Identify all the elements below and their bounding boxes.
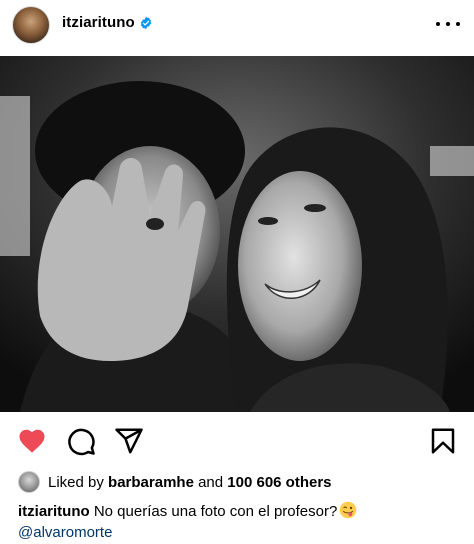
post-actions [0, 418, 474, 462]
username[interactable]: itziarituno [62, 14, 135, 31]
photo-image [0, 56, 474, 412]
paper-plane-icon[interactable] [114, 426, 144, 456]
profile-avatar[interactable] [12, 6, 50, 44]
bookmark-icon[interactable] [428, 426, 458, 456]
heart-filled-icon[interactable] [17, 426, 47, 456]
likes-summary: Liked by barbaramhe and 100 606 others [18, 469, 332, 495]
liker-avatar[interactable] [18, 471, 40, 493]
post-photo[interactable] [0, 56, 474, 412]
verified-badge-icon [140, 16, 151, 29]
username-container: itziarituno [62, 14, 153, 31]
caption-text: No querías una foto con el profesor? [93, 503, 338, 520]
post-header: itziarituno [0, 0, 474, 56]
more-dot [446, 22, 450, 26]
more-options-button[interactable] [436, 14, 460, 34]
likes-count[interactable]: 100 606 others [227, 474, 331, 491]
post-caption: itziarituno No querías una foto con el p… [18, 501, 468, 543]
liker-username[interactable]: barbaramhe [108, 474, 194, 491]
more-dot [456, 22, 460, 26]
caption-username[interactable]: itziarituno [18, 503, 90, 520]
more-dot [436, 22, 440, 26]
winking-tongue-emoji-icon [340, 501, 357, 519]
likes-middle-text: and [193, 473, 228, 491]
liked-by-prefix: Liked by [48, 473, 109, 491]
comment-icon[interactable] [66, 426, 96, 456]
mention-link[interactable]: @alvaromorte [18, 524, 112, 541]
